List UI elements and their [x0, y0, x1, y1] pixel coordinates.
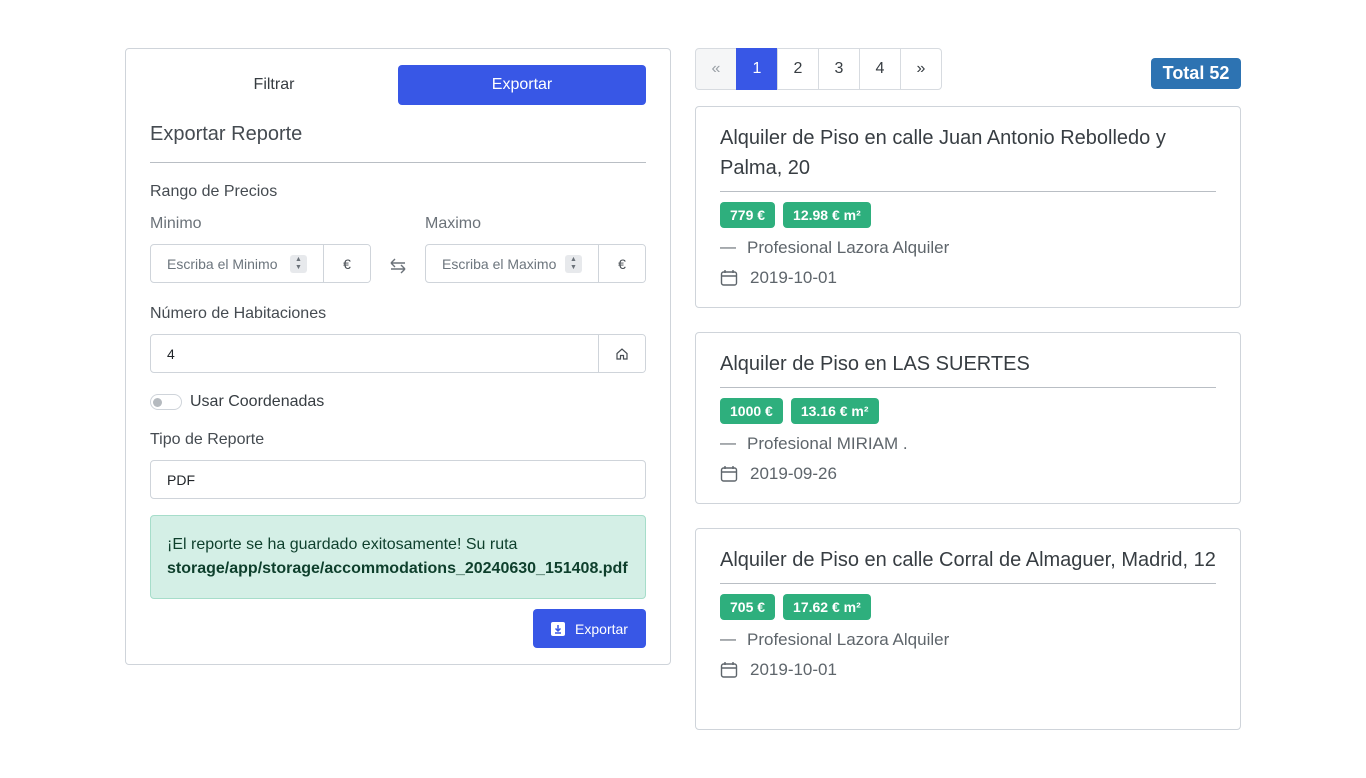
max-price-group: Maximo Escriba el Maximo ▲ ▼ € — [425, 215, 646, 283]
price-badge: 779 € — [720, 202, 776, 228]
report-type-select[interactable]: PDF — [150, 460, 646, 499]
calendar-icon — [720, 466, 738, 482]
date-row: 2019-10-01 — [720, 660, 1216, 680]
min-price-input[interactable]: Escriba el Minimo ▲ ▼ — [151, 245, 323, 282]
export-button[interactable]: Exportar — [533, 609, 646, 648]
listing-title[interactable]: Alquiler de Piso en calle Corral de Alma… — [720, 545, 1216, 584]
listing-card[interactable]: Alquiler de Piso en LAS SUERTES 1000 € 1… — [695, 332, 1241, 504]
max-price-spinner[interactable]: ▲ ▼ — [565, 255, 582, 273]
min-price-input-group: Escriba el Minimo ▲ ▼ € — [150, 244, 371, 283]
agent-row: — Profesional Lazora Alquiler — [720, 630, 1216, 650]
page-3[interactable]: 3 — [818, 48, 860, 90]
listing-card[interactable]: Alquiler de Piso en calle Corral de Alma… — [695, 528, 1241, 730]
min-label: Minimo — [150, 215, 202, 232]
price-badges: 779 € 12.98 € m² — [720, 202, 1216, 228]
page-1[interactable]: 1 — [736, 48, 778, 90]
page-prev[interactable]: « — [695, 48, 737, 90]
listing-date: 2019-10-01 — [750, 660, 837, 679]
download-icon — [551, 621, 566, 636]
listing-date: 2019-09-26 — [750, 464, 837, 483]
agent-name: Profesional Lazora Alquiler — [747, 238, 950, 257]
tab-export[interactable]: Exportar — [398, 65, 646, 105]
dash-icon: — — [720, 239, 736, 256]
date-row: 2019-10-01 — [720, 268, 1216, 288]
coords-toggle[interactable] — [150, 394, 182, 410]
price-badge: 705 € — [720, 594, 776, 620]
swap-arrows-icon — [371, 246, 425, 285]
agent-name: Profesional MIRIAM . — [747, 434, 908, 453]
price-badge: 1000 € — [720, 398, 783, 424]
calendar-icon — [720, 270, 738, 286]
report-type-label: Tipo de Reporte — [150, 431, 265, 448]
listing-card[interactable]: Alquiler de Piso en calle Juan Antonio R… — [695, 106, 1241, 308]
price-per-m2-badge: 17.62 € m² — [783, 594, 871, 620]
price-range-label: Rango de Precios — [150, 183, 278, 200]
coords-toggle-row: Usar Coordenadas — [150, 393, 646, 411]
rooms-input[interactable]: 4 — [151, 335, 598, 372]
price-badges: 1000 € 13.16 € m² — [720, 398, 1216, 424]
price-range-row: Minimo Escriba el Minimo ▲ ▼ € Maximo Esc… — [150, 215, 646, 285]
min-price-placeholder: Escriba el Minimo — [167, 255, 278, 272]
rooms-label: Número de Habitaciones — [150, 305, 327, 322]
max-price-placeholder: Escriba el Maximo — [442, 255, 557, 272]
listing-date: 2019-10-01 — [750, 268, 837, 287]
agent-name: Profesional Lazora Alquiler — [747, 630, 950, 649]
page-4[interactable]: 4 — [859, 48, 901, 90]
calendar-icon — [720, 662, 738, 678]
max-price-input[interactable]: Escriba el Maximo ▲ ▼ — [426, 245, 598, 282]
tab-bar: Filtrar Exportar — [150, 65, 646, 105]
alert-text: ¡El reporte se ha guardado exitosamente!… — [167, 536, 518, 553]
rooms-input-group: 4 — [150, 334, 646, 373]
min-price-group: Minimo Escriba el Minimo ▲ ▼ € — [150, 215, 371, 283]
coords-label: Usar Coordenadas — [190, 393, 325, 410]
dash-icon: — — [720, 435, 736, 452]
max-label: Maximo — [425, 215, 482, 232]
listing-title[interactable]: Alquiler de Piso en LAS SUERTES — [720, 349, 1216, 388]
page-2[interactable]: 2 — [777, 48, 819, 90]
tab-filter[interactable]: Filtrar — [150, 65, 398, 105]
page-next[interactable]: » — [900, 48, 942, 90]
alert-path: storage/app/storage/accommodations_20240… — [167, 560, 628, 577]
date-row: 2019-09-26 — [720, 464, 1216, 484]
listing-title[interactable]: Alquiler de Piso en calle Juan Antonio R… — [720, 123, 1216, 192]
export-button-label: Exportar — [575, 620, 628, 637]
max-currency-addon: € — [598, 245, 645, 282]
home-icon — [598, 335, 645, 372]
pagination: « 1 2 3 4 » — [695, 48, 942, 90]
agent-row: — Profesional Lazora Alquiler — [720, 238, 1216, 258]
export-panel: Filtrar Exportar Exportar Reporte Rango … — [125, 48, 671, 665]
max-price-input-group: Escriba el Maximo ▲ ▼ € — [425, 244, 646, 283]
min-currency-addon: € — [323, 245, 370, 282]
panel-title: Exportar Reporte — [150, 123, 646, 163]
price-per-m2-badge: 13.16 € m² — [790, 398, 879, 424]
min-price-spinner[interactable]: ▲ ▼ — [290, 255, 307, 273]
price-badges: 705 € 17.62 € m² — [720, 594, 1216, 620]
agent-row: — Profesional MIRIAM . — [720, 434, 1216, 454]
dash-icon: — — [720, 631, 736, 648]
success-alert: ¡El reporte se ha guardado exitosamente!… — [150, 515, 646, 599]
price-per-m2-badge: 12.98 € m² — [783, 202, 871, 228]
total-badge: Total 52 — [1151, 58, 1241, 89]
